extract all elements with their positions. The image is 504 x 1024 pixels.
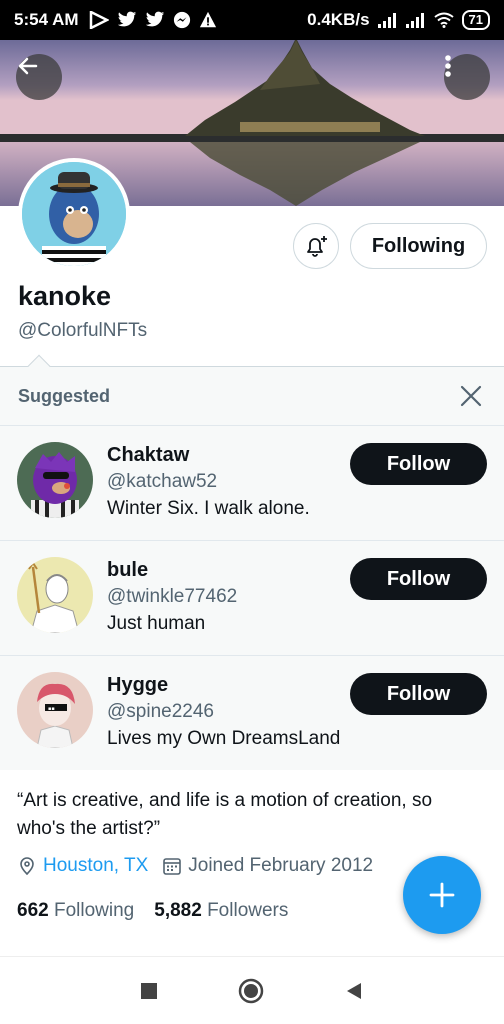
- suggested-user-row[interactable]: Chaktaw @katchaw52 Winter Six. I walk al…: [0, 426, 504, 541]
- suggested-user-handle: @katchaw52: [107, 471, 218, 492]
- profile-bio: “Art is creative, and life is a motion o…: [17, 790, 433, 839]
- back-button[interactable]: [16, 54, 62, 100]
- warning-icon: [199, 11, 216, 28]
- calendar-icon: [163, 858, 182, 875]
- suggested-user-bio: Just human: [107, 613, 206, 634]
- followers-count: 5,882: [154, 900, 202, 921]
- wifi-icon: [433, 12, 454, 28]
- joined-item: Joined February 2012: [162, 855, 373, 877]
- close-icon: [460, 385, 482, 407]
- chaktaw-avatar-image: [17, 442, 93, 518]
- suggested-user-name[interactable]: bule: [107, 559, 148, 582]
- suggested-user-name[interactable]: Hygge: [107, 674, 168, 697]
- suggested-user-name[interactable]: Chaktaw: [107, 444, 189, 467]
- avatar[interactable]: [17, 442, 93, 518]
- hygge-avatar-image: ▪▪: [17, 672, 93, 748]
- following-count-link[interactable]: 662 Following: [17, 900, 134, 922]
- profile-display-name: kanoke: [18, 281, 112, 311]
- android-nav-bar: [0, 956, 504, 1024]
- following-count: 662: [17, 900, 49, 921]
- twitter-icon: [145, 11, 164, 27]
- suggested-user-handle: @twinkle77462: [107, 586, 238, 607]
- suggested-user-bio: Winter Six. I walk alone.: [107, 498, 310, 519]
- profile-handle: @ColorfulNFTs: [18, 320, 148, 341]
- avatar[interactable]: ▪▪: [17, 672, 93, 748]
- following-label: Following: [53, 900, 135, 921]
- follow-button[interactable]: Follow: [350, 673, 487, 715]
- location-link[interactable]: Houston, TX: [43, 855, 148, 877]
- plus-icon: [429, 882, 455, 908]
- messenger-icon: [173, 11, 190, 29]
- more-vertical-icon: [445, 55, 451, 77]
- location-pin-icon: [20, 857, 34, 876]
- avatar[interactable]: [17, 557, 93, 633]
- status-time: 5:54 AM: [14, 10, 79, 29]
- bell-plus-icon: [307, 236, 327, 257]
- signal-icon: [377, 13, 396, 28]
- status-bar: 5:54 AM 0.4KB/s 71: [0, 0, 504, 40]
- followers-label: Followers: [207, 900, 289, 921]
- suggested-user-bio: Lives my Own DreamsLand: [107, 728, 341, 749]
- follow-button[interactable]: Follow: [350, 443, 487, 485]
- more-options-button[interactable]: [444, 54, 490, 100]
- location-item: Houston, TX: [17, 855, 148, 877]
- dismiss-suggested-button[interactable]: [456, 381, 486, 411]
- play-icon: [89, 11, 109, 29]
- compose-tweet-button[interactable]: [403, 856, 481, 934]
- suggested-user-row[interactable]: ▪▪ Hygge @spine2246 Lives my Own DreamsL…: [0, 656, 504, 771]
- svg-text:▪▪: ▪▪: [48, 706, 55, 712]
- ape-avatar-image: [22, 162, 126, 266]
- profile-avatar[interactable]: [18, 158, 130, 270]
- suggested-title: Suggested: [18, 385, 111, 406]
- arrow-left-icon: [18, 57, 38, 75]
- suggested-user-handle: @spine2246: [107, 701, 214, 722]
- signal-icon: [405, 13, 424, 28]
- recent-apps-icon[interactable]: [140, 982, 158, 1000]
- follow-counts: 662 Following 5,882 Followers: [17, 900, 288, 922]
- back-nav-icon[interactable]: [344, 981, 364, 1001]
- follow-button[interactable]: Follow: [350, 558, 487, 600]
- profile-meta: Houston, TX Joined February 2012: [17, 855, 387, 877]
- home-icon[interactable]: [238, 978, 264, 1004]
- joined-date: Joined February 2012: [188, 855, 374, 876]
- bule-avatar-image: [17, 557, 93, 633]
- suggested-panel: Suggested Chaktaw @katchaw52 Winter Six.…: [0, 354, 504, 771]
- suggested-header: Suggested: [0, 367, 504, 426]
- battery-icon: 71: [461, 10, 490, 30]
- following-button[interactable]: Following: [350, 223, 487, 269]
- notifications-bell-button[interactable]: [293, 223, 339, 269]
- network-speed: 0.4KB/s: [307, 10, 370, 29]
- followers-count-link[interactable]: 5,882 Followers: [154, 900, 288, 922]
- suggested-user-row[interactable]: bule @twinkle77462 Just human Follow: [0, 541, 504, 656]
- twitter-icon: [117, 11, 136, 27]
